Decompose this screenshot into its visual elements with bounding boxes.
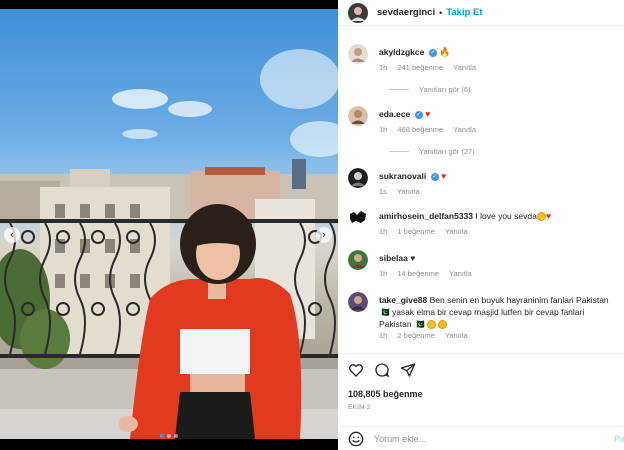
commenter-username[interactable]: sukranovali	[379, 171, 426, 181]
reply-button[interactable]: Yanıtla	[449, 269, 472, 278]
reply-button[interactable]: Yanıtla	[453, 125, 476, 134]
comment-time: 1h	[379, 227, 388, 236]
commenter-avatar[interactable]	[348, 250, 368, 270]
carousel-indicator	[160, 434, 178, 438]
commenter-username[interactable]: eda.ece	[379, 109, 410, 119]
comment-time: 1s	[379, 187, 387, 196]
commenter-avatar[interactable]	[348, 292, 368, 312]
comment-meta: 1s Yanıtla	[379, 187, 420, 196]
comment-time: 1h	[379, 331, 388, 340]
post-photo: ‹ ›	[0, 9, 338, 439]
comment-body: take_give88 Ben senin en buyuk hayranini…	[379, 294, 619, 330]
comment-composer: Paylaş	[338, 426, 624, 450]
commenter-avatar[interactable]	[348, 168, 368, 188]
comment-body: amirhosein_delfan5333 I love you sevda ♥	[379, 210, 619, 222]
comment-likes[interactable]: 468 beğenme	[397, 125, 443, 134]
comment-body: eda.ece ✓ ♥	[379, 108, 619, 120]
heart-emoji-icon: ♥	[441, 171, 447, 181]
commenter-username[interactable]: akyldzgkce	[379, 47, 424, 57]
author-avatar[interactable]	[348, 2, 368, 23]
verified-badge-icon: ✓	[428, 48, 437, 57]
comment-meta: 1h 468 beğenme Yanıtla	[379, 125, 476, 134]
commenter-username[interactable]: take_give88	[379, 295, 427, 305]
action-icons	[348, 362, 416, 378]
comment-meta: 1h 1 beğenme Yanıtla	[379, 227, 468, 236]
comment-meta: 1h 2 beğenme Yanıtla	[379, 331, 468, 340]
comment-text: I love you sevda	[475, 211, 537, 221]
post-side-panel: sevdaerginci • Takip Et akyldzgkce ✓ 🔥 1…	[338, 0, 624, 450]
photo-illustration	[0, 49, 338, 439]
post-actions: 108,805 beğenme EKİM 2	[338, 353, 624, 426]
paper-plane-icon[interactable]	[400, 362, 416, 378]
previous-photo-button[interactable]: ‹	[4, 227, 20, 243]
smile-emoji-icon	[438, 320, 448, 330]
carousel-dot	[160, 434, 164, 438]
comment-time: 1h	[379, 63, 388, 72]
view-replies-button[interactable]: Yanıtları gör (27)	[389, 147, 475, 156]
carousel-dot	[174, 434, 178, 438]
follow-button[interactable]: Takip Et	[446, 7, 482, 18]
commenter-avatar[interactable]	[348, 208, 368, 228]
fire-emoji-icon: 🔥	[439, 47, 451, 57]
post-date: EKİM 2	[348, 404, 371, 411]
header-separator: •	[439, 7, 443, 18]
verified-badge-icon: ✓	[430, 172, 439, 181]
reply-button[interactable]: Yanıtla	[445, 227, 468, 236]
view-replies-label: Yanıtları gör (6)	[419, 85, 471, 94]
replies-divider	[389, 89, 409, 90]
author-username[interactable]: sevdaerginci	[377, 7, 435, 18]
commenter-avatar[interactable]	[348, 106, 368, 126]
comment-likes[interactable]: 2 beğenme	[397, 331, 435, 340]
heart-outline-icon[interactable]	[348, 362, 364, 378]
view-replies-button[interactable]: Yanıtları gör (6)	[389, 85, 471, 94]
heart-emoji-icon: ♥	[545, 211, 552, 221]
carousel-dot	[167, 434, 171, 438]
comment-body: sibelaa ♥	[379, 252, 619, 264]
speech-bubble-icon[interactable]	[374, 362, 390, 378]
comment-body: akyldzgkce ✓ 🔥	[379, 46, 619, 58]
smile-emoji-icon	[426, 320, 436, 330]
reply-button[interactable]: Yanıtla	[397, 187, 420, 196]
commenter-avatar[interactable]	[348, 44, 368, 64]
comment-likes[interactable]: 241 beğenme	[397, 63, 443, 72]
commenter-username[interactable]: sibelaa	[379, 253, 408, 263]
heart-emoji-icon: ♥	[424, 109, 431, 119]
view-replies-label: Yanıtları gör (27)	[419, 147, 475, 156]
verified-badge-icon: ✓	[414, 110, 423, 119]
replies-divider	[389, 151, 409, 152]
next-photo-button[interactable]: ›	[316, 227, 332, 243]
comment-time: 1h	[379, 125, 388, 134]
post-comment-button[interactable]: Paylaş	[614, 434, 624, 444]
comment-text: ♥	[410, 253, 416, 263]
comment-body: sukranovali ✓ ♥	[379, 170, 619, 182]
commenter-username[interactable]: amirhosein_delfan5333	[379, 211, 473, 221]
comment-time: 1h	[379, 269, 388, 278]
comment-likes[interactable]: 1 beğenme	[397, 227, 435, 236]
comment-meta: 1h 241 beğenme Yanıtla	[379, 63, 476, 72]
face-heart-emoji-icon	[536, 212, 546, 222]
comment-likes[interactable]: 14 beğenme	[397, 269, 439, 278]
reply-button[interactable]: Yanıtla	[445, 331, 468, 340]
comment-meta: 1h 14 beğenme Yanıtla	[379, 269, 472, 278]
post-header: sevdaerginci • Takip Et	[338, 0, 624, 26]
smiley-icon[interactable]	[348, 431, 364, 447]
like-count[interactable]: 108,805 beğenme	[348, 389, 423, 399]
comment-input[interactable]	[374, 433, 594, 444]
reply-button[interactable]: Yanıtla	[453, 63, 476, 72]
